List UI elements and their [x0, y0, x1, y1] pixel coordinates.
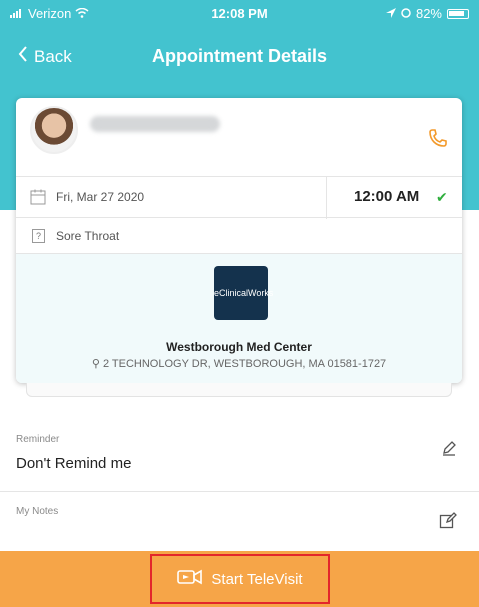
battery-percent: 82% [415, 6, 442, 21]
battery-icon [447, 8, 469, 19]
appointment-card: Fri, Mar 27 2020 12:00 AM ✔ ? Sore Throa… [16, 98, 462, 383]
calendar-icon [30, 189, 46, 210]
facility-logo: eClinicalWorks [214, 266, 273, 320]
alarm-icon [401, 6, 411, 21]
doctor-avatar [30, 106, 78, 154]
notes-section[interactable]: My Notes [0, 492, 479, 550]
doctor-name-blurred [90, 116, 220, 132]
video-camera-icon [177, 569, 203, 589]
page-title: Appointment Details [151, 46, 327, 66]
phone-icon[interactable] [428, 128, 448, 153]
reminder-label: Reminder [16, 434, 60, 445]
card-stack-edge [26, 383, 452, 397]
action-bar: Start TeleVisit [0, 551, 479, 607]
map-pin-icon: ⚲ [91, 358, 100, 370]
appointment-date: Fri, Mar 27 2020 [56, 190, 145, 204]
start-televisit-button[interactable]: Start TeleVisit [150, 554, 330, 604]
notes-edit-icon[interactable] [439, 512, 457, 535]
reminder-value: Don't Remind me [16, 455, 132, 472]
facility-section: eClinicalWorks Westborough Med Center ⚲ … [16, 254, 462, 383]
facility-name: Westborough Med Center [166, 340, 312, 354]
location-icon [385, 6, 396, 21]
notes-label: My Notes [16, 506, 59, 517]
reason-icon: ? [32, 229, 45, 243]
reason-row: ? Sore Throat [16, 218, 462, 254]
reminder-edit-icon[interactable] [441, 440, 457, 461]
check-icon: ✔ [436, 189, 448, 205]
visit-reason: Sore Throat [56, 229, 120, 243]
televisit-label: Start TeleVisit [211, 570, 303, 588]
date-time-row: Fri, Mar 27 2020 12:00 AM ✔ [16, 176, 462, 219]
nav-bar: Back Appointment Details [0, 28, 479, 88]
status-right: 82% [385, 6, 469, 21]
facility-address[interactable]: ⚲ 2 TECHNOLOGY DR, WESTBOROUGH, MA 01581… [16, 357, 462, 370]
status-bar: Verizon 12:08 PM 82% [0, 0, 479, 28]
reminder-section[interactable]: Reminder Don't Remind me [0, 420, 479, 492]
row-divider [326, 177, 327, 219]
facility-address-text: 2 TECHNOLOGY DR, WESTBOROUGH, MA 01581-1… [102, 358, 387, 370]
appointment-time: 12:00 AM [354, 188, 420, 205]
